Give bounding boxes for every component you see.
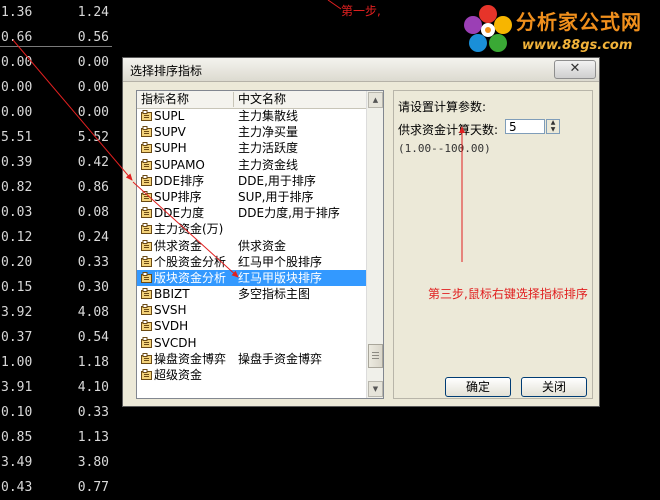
annotation-arrows <box>12 0 465 278</box>
arrow-step2 <box>132 181 239 278</box>
table-row: 0.43 0.77 <box>0 475 115 500</box>
arrow-step1-top <box>327 0 342 10</box>
table-cell: 0.77 <box>77 480 109 495</box>
table-cell: 0.43 <box>1 480 33 495</box>
arrow-step1 <box>12 39 133 181</box>
